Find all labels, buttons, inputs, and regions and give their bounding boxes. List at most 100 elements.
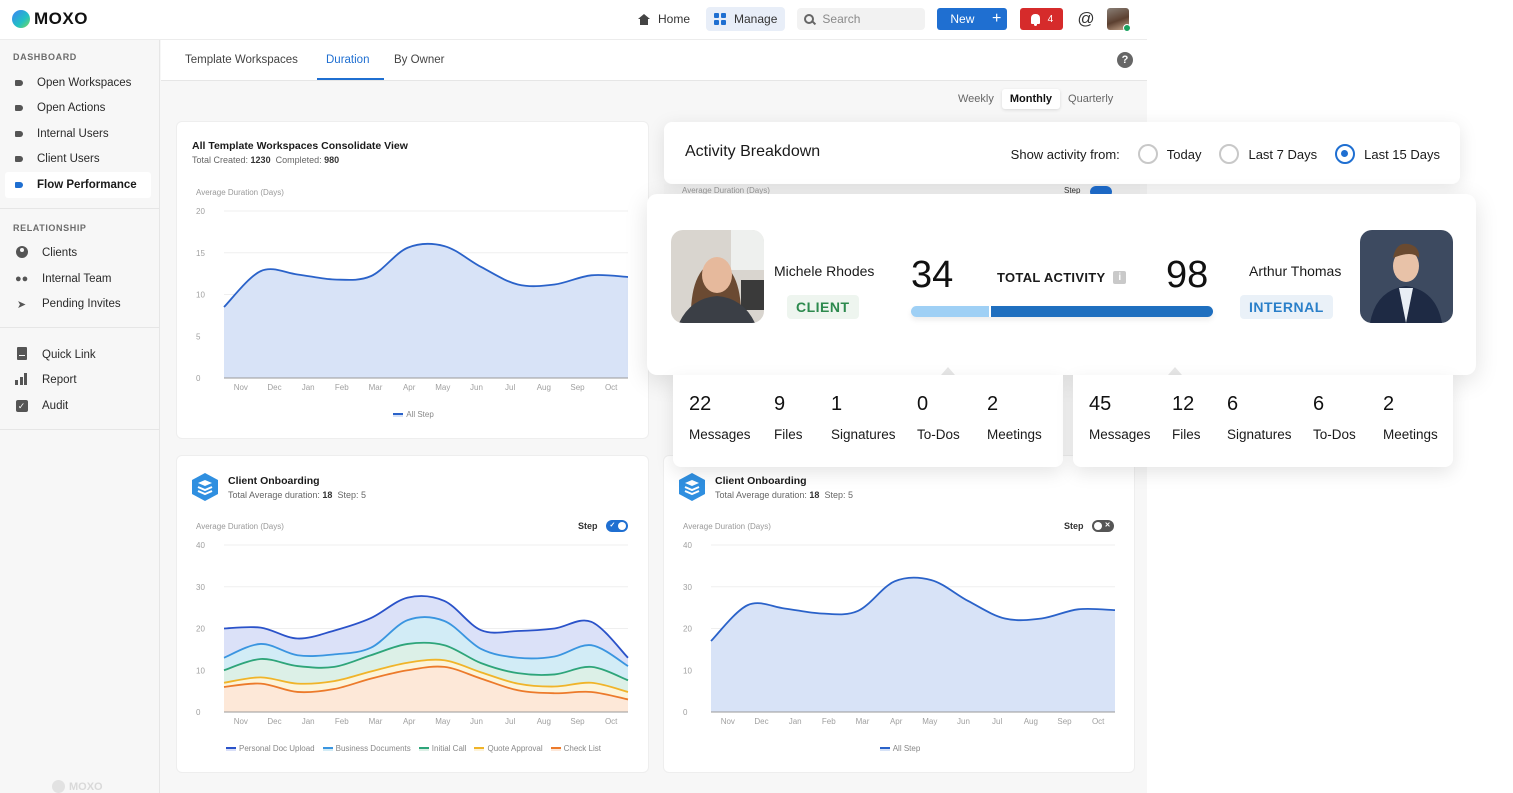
x-tick-label: Dec: [267, 717, 281, 726]
legend-item[interactable]: Initial Call: [418, 744, 466, 753]
radio-last-15-days[interactable]: Last 15 Days: [1335, 144, 1440, 164]
info-icon[interactable]: i: [1113, 271, 1127, 284]
checkbox-icon: ✓: [15, 399, 28, 412]
sidebar-item-label: Audit: [42, 399, 69, 412]
new-button[interactable]: New +: [937, 8, 1008, 30]
stat-messages: 45 Messages: [1089, 393, 1151, 442]
mentions-icon[interactable]: @: [1077, 9, 1094, 29]
sidebar-item-client-users[interactable]: Client Users: [5, 147, 151, 173]
legend-item[interactable]: Quote Approval: [474, 744, 543, 753]
sidebar-item-label: Open Workspaces: [37, 76, 132, 89]
brand-logo[interactable]: MOXO: [12, 9, 88, 29]
stat-files: 9 Files: [774, 393, 803, 442]
sidebar-heading: DASHBOARD: [13, 52, 77, 62]
sidebar-item-label: Internal Team: [42, 272, 112, 285]
stat-messages: 22 Messages: [689, 393, 751, 442]
sidebar: DASHBOARD Open Workspaces Open Actions I…: [0, 40, 160, 793]
activity-title: Activity Breakdown: [685, 143, 821, 160]
x-tick-label: Oct: [605, 383, 618, 392]
manage-button[interactable]: Manage: [706, 7, 786, 31]
manage-label: Manage: [734, 12, 778, 26]
radio-label: Last 15 Days: [1364, 146, 1440, 162]
radio-button[interactable]: [1137, 144, 1158, 164]
tab-by-owner[interactable]: By Owner: [394, 54, 445, 66]
legend-label: Quote Approval: [487, 744, 543, 753]
legend-item[interactable]: Business Documents: [322, 744, 411, 753]
notifications-button[interactable]: 4: [1020, 8, 1064, 30]
legend-swatch: [226, 746, 237, 751]
x-tick-label: Aug: [537, 717, 551, 726]
home-button[interactable]: Home: [630, 7, 698, 31]
legend-swatch: [474, 746, 485, 751]
period-quarterly[interactable]: Quarterly: [1060, 89, 1121, 109]
grid-icon: [714, 13, 727, 25]
activity-share-bar: [911, 306, 1213, 317]
sidebar-item-internal-users[interactable]: Internal Users: [5, 121, 151, 147]
sidebar-item-flow-performance[interactable]: Flow Performance: [5, 172, 151, 198]
client-onboarding-card-all-steps: Client Onboarding Total Average duration…: [663, 455, 1135, 773]
new-label: New: [950, 12, 975, 26]
sidebar-item-clients[interactable]: Clients: [5, 241, 151, 267]
x-tick-label: Jan: [302, 717, 315, 726]
stat-meetings: 2 Meetings: [1383, 393, 1438, 442]
radio-button[interactable]: [1219, 144, 1240, 164]
stat-todos: 0 To-Dos: [917, 393, 960, 442]
x-tick-label: Mar: [856, 717, 870, 726]
period-weekly[interactable]: Weekly: [950, 89, 1002, 109]
tag-icon: [15, 79, 23, 86]
bell-icon: [1030, 14, 1040, 26]
legend-label: Personal Doc Upload: [239, 744, 315, 753]
client-pointer: [941, 367, 955, 375]
search-input[interactable]: Search: [797, 8, 926, 30]
legend-item[interactable]: All Step: [393, 410, 434, 419]
home-label: Home: [658, 12, 691, 26]
x-tick-label: Feb: [335, 717, 349, 726]
tab-duration[interactable]: Duration: [326, 54, 369, 66]
x-tick-label: Aug: [537, 383, 551, 392]
radio-last-7-days[interactable]: Last 7 Days: [1219, 144, 1317, 164]
sidebar-item-internal-team[interactable]: ●● Internal Team: [5, 266, 151, 292]
stat-todos: 6 To-Dos: [1313, 393, 1356, 442]
x-tick-label: Jul: [505, 717, 515, 726]
tag-icon: [15, 181, 23, 188]
tab-template-workspaces[interactable]: Template Workspaces: [185, 54, 298, 66]
brand-name: MOXO: [34, 9, 88, 28]
x-tick-label: Sep: [1057, 717, 1072, 726]
filter-label: Show activity from:: [1010, 146, 1120, 162]
y-tick-label: 10: [683, 666, 692, 675]
activity-range-filter: Show activity from: Today Last 7 Days La…: [1011, 144, 1440, 164]
legend-item[interactable]: All Step: [879, 744, 920, 753]
legend-item[interactable]: Check List: [550, 744, 601, 753]
sidebar-item-report[interactable]: Report: [5, 368, 151, 394]
x-tick-label: Jun: [470, 717, 483, 726]
radio-today[interactable]: Today: [1137, 144, 1202, 164]
internal-share-segment: [990, 306, 1213, 317]
x-tick-label: Aug: [1024, 717, 1038, 726]
consolidated-area-chart: 0 5 10 15 20 Nov Dec Jan Feb Mar Apr May Jun Jul Aug Se…: [196, 207, 629, 392]
y-tick-label: 30: [196, 583, 205, 592]
radio-button[interactable]: [1335, 144, 1356, 164]
sidebar-item-quick-link[interactable]: Quick Link: [5, 342, 151, 368]
y-tick-label: 40: [196, 541, 205, 550]
stat-files: 12 Files: [1172, 393, 1201, 442]
internal-role-badge: INTERNAL: [1240, 295, 1333, 319]
sidebar-item-label: Quick Link: [42, 348, 96, 361]
consolidated-view-card: All Template Workspaces Consolidate View…: [176, 121, 649, 439]
sidebar-item-label: Clients: [42, 247, 78, 260]
sidebar-item-open-workspaces[interactable]: Open Workspaces: [5, 70, 151, 96]
y-tick-label: 20: [196, 207, 205, 216]
sidebar-item-open-actions[interactable]: Open Actions: [5, 96, 151, 122]
sidebar-item-pending-invites[interactable]: ➤ Pending Invites: [5, 292, 151, 318]
client-role-badge: CLIENT: [787, 295, 859, 319]
radio-label: Today: [1166, 146, 1202, 162]
app-root: MOXO Home Manage Search New + 4 @ DASHBO…: [0, 0, 1513, 793]
x-tick-label: Jun: [957, 717, 970, 726]
help-icon[interactable]: ?: [1117, 52, 1133, 68]
legend-item[interactable]: Personal Doc Upload: [226, 744, 315, 753]
sidebar-item-audit[interactable]: ✓ Audit: [5, 393, 151, 419]
legend-swatch: [550, 746, 561, 751]
x-tick-label: Jan: [302, 383, 315, 392]
user-avatar[interactable]: [1106, 8, 1131, 32]
period-monthly[interactable]: Monthly: [1001, 89, 1061, 109]
internal-photo: [1360, 230, 1453, 323]
